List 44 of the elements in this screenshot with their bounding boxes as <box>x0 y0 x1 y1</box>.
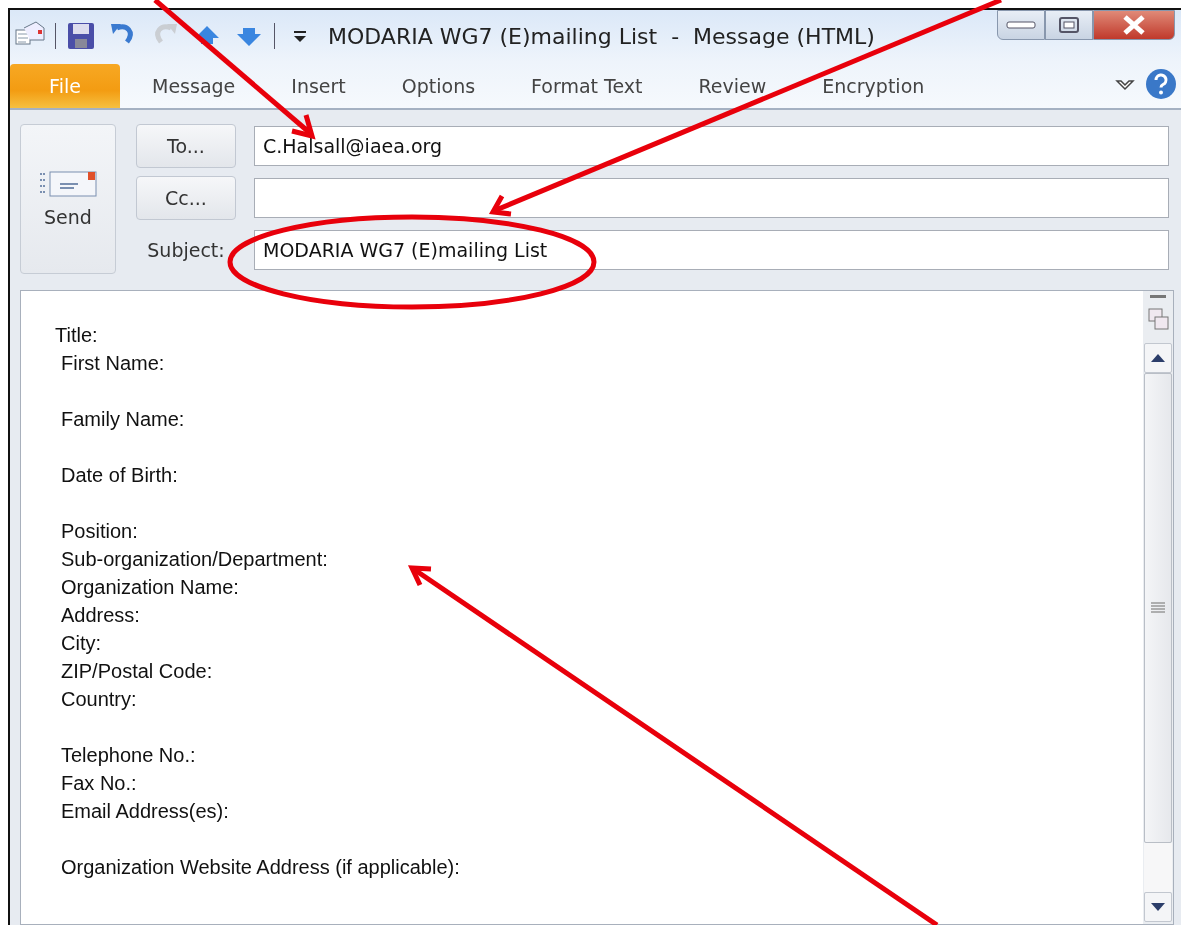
form-line: Sub-organization/Department: <box>61 547 329 572</box>
cc-field[interactable] <box>254 178 1169 218</box>
form-line: Country: <box>61 687 138 712</box>
form-line: City: <box>61 631 102 656</box>
window-title: MODARIA WG7 (E)mailing List - Message (HTML) <box>328 23 876 49</box>
form-line: Email Address(es): <box>61 799 230 824</box>
grip-icon <box>1151 602 1165 614</box>
form-line: ZIP/Postal Code: <box>61 659 214 684</box>
ribbon-tab[interactable]: Encryption <box>794 64 953 108</box>
to-button[interactable]: To... <box>136 124 236 168</box>
form-line: Address: <box>61 603 141 628</box>
form-line: Family Name: <box>61 407 186 432</box>
form-line: Fax No.: <box>61 771 138 796</box>
form-line: Organization Website Address (if applicable): <box>61 855 461 880</box>
form-line: Title: <box>55 323 99 348</box>
up-triangle-icon <box>1151 354 1165 362</box>
form-line: Position: <box>61 519 139 544</box>
close-icon <box>1122 15 1146 35</box>
scroll-thumb[interactable] <box>1144 373 1172 843</box>
minimize-icon <box>1006 20 1036 30</box>
ribbon-tab[interactable]: Message <box>124 64 264 108</box>
help-icon[interactable] <box>1145 68 1177 100</box>
form-line: Organization Name: <box>61 575 240 600</box>
ribbon-tab[interactable]: Insert <box>263 64 374 108</box>
scrollbar[interactable] <box>1143 291 1173 924</box>
cc-button[interactable]: Cc... <box>136 176 236 220</box>
subject-field[interactable]: MODARIA WG7 (E)mailing List <box>254 230 1169 270</box>
envelope-icon <box>38 170 98 200</box>
form-line: First Name: <box>61 351 166 376</box>
form-line: Telephone No.: <box>61 743 197 768</box>
maximize-button[interactable] <box>1045 10 1093 40</box>
down-triangle-icon <box>1151 903 1165 911</box>
close-button[interactable] <box>1093 10 1175 40</box>
scroll-up-button[interactable] <box>1144 343 1172 373</box>
subject-label: Subject: <box>146 239 226 261</box>
ribbon-tab[interactable]: Format Text <box>503 64 671 108</box>
send-button[interactable]: Send <box>20 124 116 274</box>
form-line: Date of Birth: <box>61 463 179 488</box>
ribbon-tab[interactable]: Review <box>670 64 795 108</box>
scroll-down-button[interactable] <box>1144 892 1172 922</box>
chevron-icon[interactable] <box>1115 78 1135 92</box>
ribbon-tab[interactable]: Options <box>373 64 504 108</box>
maximize-icon <box>1058 16 1080 34</box>
to-field[interactable]: C.Halsall@iaea.org <box>254 126 1169 166</box>
